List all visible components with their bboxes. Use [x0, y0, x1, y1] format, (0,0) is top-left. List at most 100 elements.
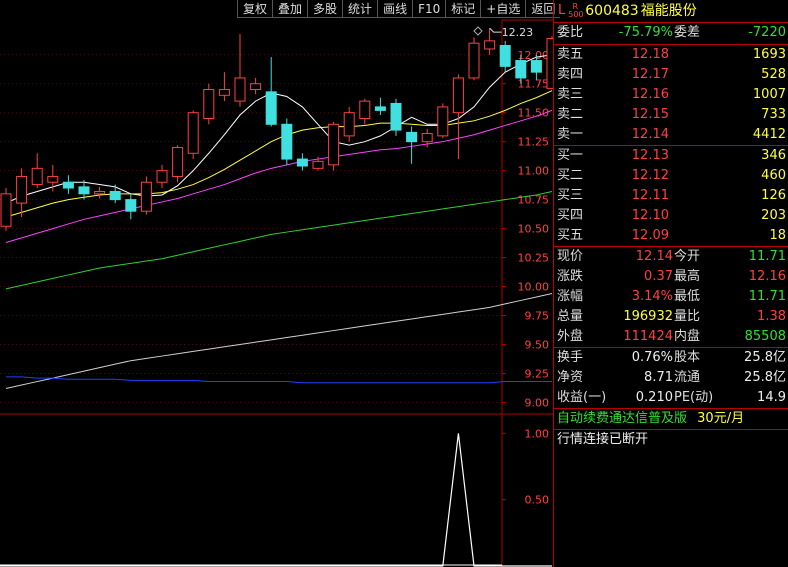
fund-label: 净资: [557, 370, 584, 385]
candle-body-down: [406, 131, 418, 143]
price-tick-label: 11.75: [518, 78, 550, 91]
candle-body-down: [265, 91, 277, 125]
toolbar-button-mark[interactable]: 标记: [445, 0, 481, 18]
candle-body-down: [515, 60, 527, 79]
order-label: 卖五: [557, 47, 584, 62]
candle-body-up: [421, 133, 433, 143]
candle-body-up: [343, 112, 355, 137]
order-row[interactable]: 卖二 12.15 733: [554, 105, 788, 125]
order-label: 买五: [557, 228, 584, 243]
toolbar-button-restore-rights[interactable]: 复权: [237, 0, 273, 18]
chart-toolbar: 复权 叠加 多股 统计 画线 F10 标记 +自选 返回: [237, 0, 561, 20]
candle-body-up: [328, 123, 340, 166]
candle-body-down: [109, 191, 121, 201]
order-price: 12.16: [631, 87, 669, 102]
order-row[interactable]: 卖四 12.17 528: [554, 65, 788, 85]
fund-row: 换手 0.76% 股本 25.8亿: [554, 348, 788, 368]
kline-chart[interactable]: 12.0011.7511.5011.2511.0010.7510.5010.25…: [0, 0, 553, 567]
candle-body-down: [281, 123, 293, 160]
quote-label: 现价: [557, 249, 584, 264]
order-row[interactable]: 买四 12.10 203: [554, 206, 788, 226]
candle-body-up: [250, 83, 262, 91]
toolbar-button-f10[interactable]: F10: [412, 0, 446, 18]
stock-header: L R 500 600483 福能股份: [554, 0, 788, 23]
candle-body-up: [312, 160, 324, 169]
indicator-tick-label: 1.00: [525, 427, 550, 440]
candle-body-up: [218, 89, 230, 96]
order-price: 12.12: [631, 168, 669, 183]
fund-row: 收益(一) 0.210 PE(动) 14.9: [554, 388, 788, 408]
candle-body-up: [140, 181, 152, 212]
committee-diff-label: 委差: [674, 25, 701, 40]
candle-body-up: [484, 40, 496, 50]
toolbar-button-add-watchlist[interactable]: +自选: [480, 0, 526, 18]
toolbar-button-statistics[interactable]: 统计: [342, 0, 378, 18]
quote-value: 196932: [623, 309, 673, 324]
candle-body-up: [359, 100, 371, 119]
order-row[interactable]: 卖五 12.18 1693: [554, 45, 788, 65]
committee-diff-value: -7220: [748, 25, 786, 40]
quote-label: 量比: [674, 309, 701, 324]
order-price: 12.17: [631, 67, 669, 82]
fund-label: 流通: [674, 370, 701, 385]
order-row[interactable]: 买三 12.11 126: [554, 186, 788, 206]
price-tick-label: 9.00: [525, 396, 550, 409]
candle-body-up: [156, 170, 168, 183]
order-volume: 346: [761, 148, 786, 163]
candle-body-up: [187, 112, 199, 154]
order-volume: 1007: [752, 87, 786, 102]
toolbar-button-overlay[interactable]: 叠加: [272, 0, 308, 18]
candle-body-down: [78, 186, 90, 195]
sell-orders: 卖五 12.18 1693 卖四 12.17 528 卖三 12.16 1007 卖二 12.…: [554, 45, 788, 146]
order-volume: 733: [761, 107, 786, 122]
buy-orders: 买一 12.13 346 买二 12.12 460 买三 12.11 126 买四 12.10…: [554, 146, 788, 247]
order-label: 买三: [557, 188, 584, 203]
quote-value: 3.14%: [631, 289, 673, 304]
fund-value: 0.76%: [631, 350, 673, 365]
price-tick-label: 11.00: [518, 165, 550, 178]
promo-link[interactable]: 自动续费通达信普及版 30元/月: [554, 409, 788, 430]
price-tick-label: 12.00: [518, 49, 550, 62]
candle-body-down: [390, 102, 402, 131]
fund-label: 收益(一): [557, 390, 607, 405]
order-price: 12.13: [631, 148, 669, 163]
quote-row: 总量 196932 量比 1.38: [554, 307, 788, 327]
price-tick-label: 9.75: [525, 310, 550, 323]
order-price: 12.14: [631, 127, 669, 142]
order-label: 买二: [557, 168, 584, 183]
quote-value: 1.38: [757, 309, 786, 324]
candle-body-up: [203, 89, 215, 119]
order-volume: 126: [761, 188, 786, 203]
toolbar-button-draw-line[interactable]: 画线: [377, 0, 413, 18]
order-row[interactable]: 买五 12.09 18: [554, 226, 788, 246]
quote-row: 外盘 111424 内盘 85508: [554, 327, 788, 347]
quote-value: 0.37: [644, 269, 673, 284]
order-row[interactable]: 卖三 12.16 1007: [554, 85, 788, 105]
fund-label: 换手: [557, 350, 584, 365]
quote-label: 总量: [557, 309, 584, 324]
fund-row: 净资 8.71 流通 25.8亿: [554, 368, 788, 388]
promo-price: 30元/月: [697, 411, 745, 426]
candle-body-up: [94, 191, 106, 195]
candle-body-up: [234, 77, 246, 102]
price-tick-label: 10.00: [518, 281, 550, 294]
ma20-line: [5, 109, 553, 243]
order-row[interactable]: 买二 12.12 460: [554, 166, 788, 186]
stock-prefix: L: [558, 3, 566, 18]
stock-badge: R 500: [568, 3, 583, 19]
quote-label: 内盘: [674, 329, 701, 344]
toolbar-button-multi-stock[interactable]: 多股: [307, 0, 343, 18]
order-volume: 528: [761, 67, 786, 82]
indicator-tick-label: 0.50: [525, 494, 550, 507]
candle-body-down: [296, 158, 308, 167]
committee-ratio-label: 委比: [557, 25, 584, 40]
fund-value: 25.8亿: [744, 370, 786, 385]
order-row[interactable]: 买一 12.13 346: [554, 146, 788, 166]
quote-value: 12.16: [748, 269, 786, 284]
candle-body-up: [0, 193, 12, 227]
ma250-line: [6, 376, 552, 384]
order-row[interactable]: 卖一 12.14 4412: [554, 125, 788, 145]
quote-label: 今开: [674, 249, 701, 264]
candle-body-up: [452, 77, 464, 114]
order-price: 12.15: [631, 107, 669, 122]
